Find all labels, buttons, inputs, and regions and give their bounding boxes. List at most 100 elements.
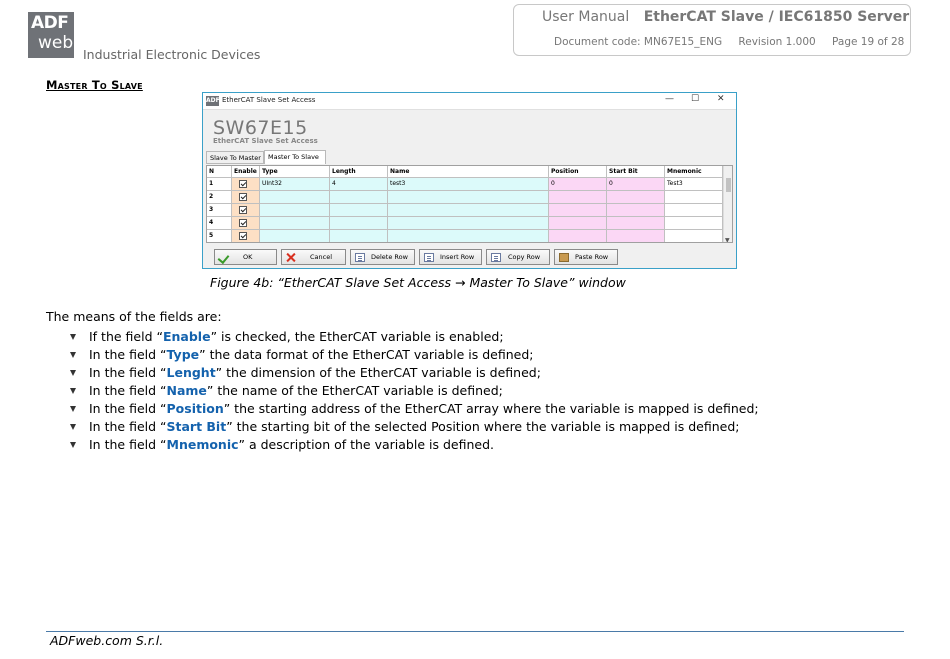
copy-row-label: Copy Row bbox=[508, 253, 541, 261]
page-number: Page 19 of 28 bbox=[832, 36, 905, 48]
bullet-text: ” a description of the variable is defin… bbox=[238, 437, 494, 452]
table-cell-type[interactable] bbox=[260, 230, 330, 242]
table-cell-length[interactable]: 4 bbox=[330, 178, 388, 191]
scroll-down-icon[interactable]: ▼ bbox=[725, 237, 730, 242]
insert-row-icon bbox=[424, 253, 434, 262]
app-subtitle: EtherCAT Slave Set Access bbox=[213, 137, 318, 145]
bullet-text: In the field “ bbox=[89, 401, 167, 416]
app-name: SW67E15 bbox=[213, 117, 308, 139]
table-cell-start-bit[interactable]: 0 bbox=[607, 178, 665, 191]
table-cell-name[interactable] bbox=[388, 204, 549, 217]
table-cell-mnemonic[interactable] bbox=[665, 191, 723, 204]
table-cell-name[interactable] bbox=[388, 230, 549, 242]
table-cell-type[interactable] bbox=[260, 191, 330, 204]
bullet-arrow-icon bbox=[70, 406, 77, 413]
column-header: Enable bbox=[232, 166, 260, 178]
table-cell-start-bit[interactable] bbox=[607, 230, 665, 242]
table-cell-n: 2 bbox=[207, 191, 232, 204]
table-cell-n: 3 bbox=[207, 204, 232, 217]
table-cell-name[interactable] bbox=[388, 217, 549, 230]
table-cell-mnemonic[interactable]: Test3 bbox=[665, 178, 723, 191]
table-cell-length[interactable] bbox=[330, 191, 388, 204]
column-header: Position bbox=[549, 166, 607, 178]
bullet-text: ” the starting bit of the selected Posit… bbox=[226, 419, 740, 434]
section-title: Master To Slave bbox=[46, 78, 143, 92]
bullet-arrow-icon bbox=[70, 334, 77, 341]
table-cell-mnemonic[interactable] bbox=[665, 230, 723, 242]
insert-row-label: Insert Row bbox=[440, 253, 475, 261]
mapping-table: N 12345 Enable Type UInt32 Length 4 Name… bbox=[206, 165, 733, 243]
table-cell-enable bbox=[232, 191, 260, 204]
header-meta: Document code: MN67E15_ENG Revision 1.00… bbox=[554, 36, 917, 48]
enable-checkbox[interactable] bbox=[239, 180, 247, 188]
tab-slave-to-master[interactable]: Slave To Master bbox=[206, 151, 264, 164]
enable-checkbox[interactable] bbox=[239, 206, 247, 214]
copy-row-button[interactable]: Copy Row bbox=[486, 249, 550, 265]
maximize-icon[interactable]: ☐ bbox=[691, 94, 699, 104]
table-cell-name[interactable]: test3 bbox=[388, 178, 549, 191]
bullet-text: In the field “ bbox=[89, 437, 167, 452]
enable-checkbox[interactable] bbox=[239, 219, 247, 227]
footer-company: ADFweb.com S.r.l. bbox=[50, 633, 164, 648]
column-header: Mnemonic bbox=[665, 166, 723, 178]
table-cell-type[interactable]: UInt32 bbox=[260, 178, 330, 191]
table-cell-position[interactable] bbox=[549, 191, 607, 204]
figure-caption: Figure 4b: “EtherCAT Slave Set Access → … bbox=[210, 275, 626, 290]
field-keyword: Enable bbox=[162, 329, 211, 344]
cancel-button[interactable]: Cancel bbox=[281, 249, 346, 265]
field-keyword: Name bbox=[166, 383, 207, 398]
table-cell-enable bbox=[232, 204, 260, 217]
tab-master-to-slave[interactable]: Master To Slave bbox=[264, 150, 326, 164]
enable-checkbox[interactable] bbox=[239, 232, 247, 240]
table-cell-start-bit[interactable] bbox=[607, 191, 665, 204]
table-cell-position[interactable] bbox=[549, 204, 607, 217]
window-titlebar: ADF EtherCAT Slave Set Access — ☐ ✕ bbox=[203, 93, 736, 110]
table-cell-type[interactable] bbox=[260, 217, 330, 230]
minimize-icon[interactable]: — bbox=[665, 94, 674, 104]
table-cell-start-bit[interactable] bbox=[607, 204, 665, 217]
field-keyword: Start Bit bbox=[166, 419, 227, 434]
bullet-text: ” the starting address of the EtherCAT a… bbox=[223, 401, 759, 416]
table-cell-position[interactable]: 0 bbox=[549, 178, 607, 191]
table-cell-start-bit[interactable] bbox=[607, 217, 665, 230]
ok-label: OK bbox=[243, 253, 253, 261]
app-icon: ADF bbox=[206, 96, 220, 106]
table-cell-n: 5 bbox=[207, 230, 232, 242]
vertical-scrollbar[interactable]: ▼ bbox=[723, 166, 732, 242]
enable-checkbox[interactable] bbox=[239, 193, 247, 201]
table-cell-length[interactable] bbox=[330, 230, 388, 242]
delete-row-icon bbox=[355, 253, 365, 262]
column-start-bit: Start Bit 0 bbox=[607, 166, 665, 242]
field-keyword: Mnemonic bbox=[166, 437, 239, 452]
insert-row-button[interactable]: Insert Row bbox=[419, 249, 482, 265]
table-cell-length[interactable] bbox=[330, 217, 388, 230]
bullet-text: ” is checked, the EtherCAT variable is e… bbox=[210, 329, 504, 344]
logo-text-top: ADF bbox=[31, 13, 69, 33]
scrollbar-thumb[interactable] bbox=[726, 178, 731, 192]
bullet-arrow-icon bbox=[70, 388, 77, 395]
bullet-text: ” the dimension of the EtherCAT variable… bbox=[215, 365, 541, 380]
table-cell-name[interactable] bbox=[388, 191, 549, 204]
table-cell-type[interactable] bbox=[260, 204, 330, 217]
bullet-text: ” the name of the EtherCAT variable is d… bbox=[206, 383, 503, 398]
manual-label: User Manual bbox=[542, 9, 630, 25]
delete-row-button[interactable]: Delete Row bbox=[350, 249, 415, 265]
table-cell-enable bbox=[232, 230, 260, 242]
table-cell-mnemonic[interactable] bbox=[665, 204, 723, 217]
bullet-text: In the field “ bbox=[89, 419, 167, 434]
column-header: Length bbox=[330, 166, 388, 178]
ok-button[interactable]: OK bbox=[214, 249, 277, 265]
cancel-label: Cancel bbox=[310, 253, 333, 261]
table-cell-position[interactable] bbox=[549, 217, 607, 230]
close-icon[interactable]: ✕ bbox=[717, 94, 725, 104]
footer-divider bbox=[46, 631, 904, 632]
column-type: Type UInt32 bbox=[260, 166, 330, 242]
paste-row-button[interactable]: Paste Row bbox=[554, 249, 618, 265]
column-length: Length 4 bbox=[330, 166, 388, 242]
table-cell-mnemonic[interactable] bbox=[665, 217, 723, 230]
table-cell-length[interactable] bbox=[330, 204, 388, 217]
bullet-arrow-icon bbox=[70, 424, 77, 431]
header-title: User Manual EtherCAT Slave / IEC61850 Se… bbox=[542, 9, 909, 25]
table-cell-position[interactable] bbox=[549, 230, 607, 242]
company-tagline: Industrial Electronic Devices bbox=[83, 47, 261, 62]
